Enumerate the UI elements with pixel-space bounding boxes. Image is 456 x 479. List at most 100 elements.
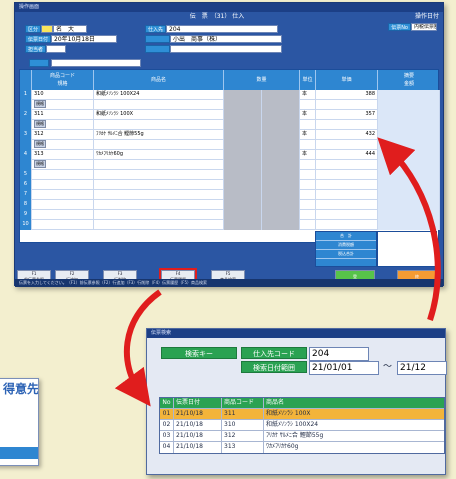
grid-cell[interactable]: [94, 170, 224, 180]
grid-item-amount[interactable]: 357: [316, 110, 378, 120]
grid-cell[interactable]: [378, 120, 440, 130]
grid-row[interactable]: 6: [20, 180, 440, 190]
grid-cell[interactable]: [300, 100, 316, 110]
grid-cell[interactable]: [262, 140, 300, 150]
grid-item-name[interactable]: ﾜｶﾒﾌﾘｶｹ60g: [94, 150, 224, 160]
date-from-input[interactable]: 21/01/01: [309, 361, 379, 375]
grid-cell[interactable]: [378, 200, 440, 210]
grid-cell[interactable]: [300, 160, 316, 170]
grid-row[interactable]: 規格: [20, 140, 440, 150]
grid-cell[interactable]: [32, 220, 94, 230]
grid-cell[interactable]: [94, 120, 224, 130]
grid-item-unit[interactable]: 本: [300, 130, 316, 140]
grid-cell[interactable]: [224, 150, 262, 160]
grid-cell[interactable]: [262, 180, 300, 190]
grid-row[interactable]: 9: [20, 210, 440, 220]
grid-cell[interactable]: [224, 160, 262, 170]
grid-row[interactable]: 8: [20, 200, 440, 210]
grid-cell[interactable]: [300, 210, 316, 220]
grid-cell[interactable]: [262, 150, 300, 160]
grid-row[interactable]: 規格: [20, 100, 440, 110]
grid-cell[interactable]: [262, 90, 300, 100]
grid-cell[interactable]: [378, 220, 440, 230]
grid-cell[interactable]: [316, 220, 378, 230]
grid-item-amount[interactable]: 432: [316, 130, 378, 140]
table-row[interactable]: 03 21/10/18 312 ﾌﾘｶｹ ｻﾙﾒﾆ合 鰹節55g: [160, 431, 444, 442]
grid-cell[interactable]: [94, 180, 224, 190]
grid-cell[interactable]: [224, 90, 262, 100]
staff-field[interactable]: [46, 44, 67, 53]
table-row[interactable]: 02 21/10/18 310 和紙ﾒｿﾝﾗｼ 100X24: [160, 420, 444, 431]
spec-tag[interactable]: 規格: [34, 160, 46, 168]
grid-cell[interactable]: [378, 100, 440, 110]
grid-cell[interactable]: [316, 200, 378, 210]
grid-item-name[interactable]: 和紙ﾒｿﾝﾗｼ 100X: [94, 110, 224, 120]
grid-row[interactable]: 規格: [20, 160, 440, 170]
grid-row[interactable]: 3 312 ﾌﾘｶｹ ｻﾙﾒﾆ合 鰹節55g 本 432: [20, 130, 440, 140]
grid-cell[interactable]: [262, 100, 300, 110]
grid-cell[interactable]: [262, 170, 300, 180]
right-info-value[interactable]: 内税伝票額: [411, 22, 437, 31]
grid-row[interactable]: 10: [20, 220, 440, 230]
grid-cell[interactable]: [94, 140, 224, 150]
grid-cell[interactable]: [316, 140, 378, 150]
date-to-input[interactable]: 21/12: [397, 361, 447, 375]
grid-item-code[interactable]: 312: [32, 130, 94, 140]
grid-cell[interactable]: [262, 220, 300, 230]
grid-item-name[interactable]: ﾌﾘｶｹ ｻﾙﾒﾆ合 鰹節55g: [94, 130, 224, 140]
grid-cell[interactable]: [378, 110, 440, 120]
grid-cell[interactable]: [378, 160, 440, 170]
grid-row[interactable]: 2 311 和紙ﾒｿﾝﾗｼ 100X 本 357: [20, 110, 440, 120]
grid-cell[interactable]: [378, 140, 440, 150]
grid-row[interactable]: 5: [20, 170, 440, 180]
grid-cell[interactable]: [262, 210, 300, 220]
grid-cell[interactable]: [262, 110, 300, 120]
grid-cell[interactable]: [94, 200, 224, 210]
grid-cell[interactable]: [32, 210, 94, 220]
grid-cell[interactable]: [378, 90, 440, 100]
grid-cell[interactable]: [224, 210, 262, 220]
grid-cell[interactable]: [224, 120, 262, 130]
grid-cell[interactable]: [32, 200, 94, 210]
grid-item-tag[interactable]: 規格: [32, 120, 94, 130]
grid-item-name[interactable]: 和紙ﾒｿﾝﾗｼ 100X24: [94, 90, 224, 100]
grid-cell[interactable]: [94, 220, 224, 230]
grid-item-unit[interactable]: 本: [300, 90, 316, 100]
grid-cell[interactable]: [224, 170, 262, 180]
grid-cell[interactable]: [32, 180, 94, 190]
supplier-name-field[interactable]: 小出 商事（株）: [170, 34, 282, 43]
grid-cell[interactable]: [316, 210, 378, 220]
grid-cell[interactable]: [316, 170, 378, 180]
grid-cell[interactable]: [300, 170, 316, 180]
date-field[interactable]: 20年10月18日: [51, 34, 118, 43]
grid-cell[interactable]: [378, 130, 440, 140]
grid-cell[interactable]: [300, 180, 316, 190]
grid-item-unit[interactable]: 本: [300, 150, 316, 160]
grid-cell[interactable]: [224, 140, 262, 150]
section-field[interactable]: [51, 59, 141, 67]
grid-cell[interactable]: [316, 180, 378, 190]
grid-cell[interactable]: [94, 160, 224, 170]
grid-item-amount[interactable]: 388: [316, 90, 378, 100]
grid-cell[interactable]: [378, 170, 440, 180]
grid-row[interactable]: 1 310 和紙ﾒｿﾝﾗｼ 100X24 本 388: [20, 90, 440, 100]
grid-item-code[interactable]: 313: [32, 150, 94, 160]
grid-row[interactable]: 4 313 ﾜｶﾒﾌﾘｶｹ60g 本 444: [20, 150, 440, 160]
grid-cell[interactable]: [300, 120, 316, 130]
grid-cell[interactable]: [94, 100, 224, 110]
grid-cell[interactable]: [262, 160, 300, 170]
spec-tag[interactable]: 規格: [34, 140, 46, 148]
supplier-code-field[interactable]: 204: [166, 24, 279, 33]
spec-tag[interactable]: 規格: [34, 100, 46, 108]
kind-value-field[interactable]: 名 大: [53, 24, 88, 33]
grid-item-tag[interactable]: 規格: [32, 140, 94, 150]
grid-item-unit[interactable]: 本: [300, 110, 316, 120]
grid-cell[interactable]: [316, 100, 378, 110]
grid-cell[interactable]: [224, 110, 262, 120]
grid-cell[interactable]: [32, 170, 94, 180]
grid-cell[interactable]: [224, 200, 262, 210]
supplier-code-input[interactable]: 204: [309, 347, 369, 361]
kind-code-field[interactable]: [41, 24, 54, 33]
grid-cell[interactable]: [300, 220, 316, 230]
grid-cell[interactable]: [300, 140, 316, 150]
